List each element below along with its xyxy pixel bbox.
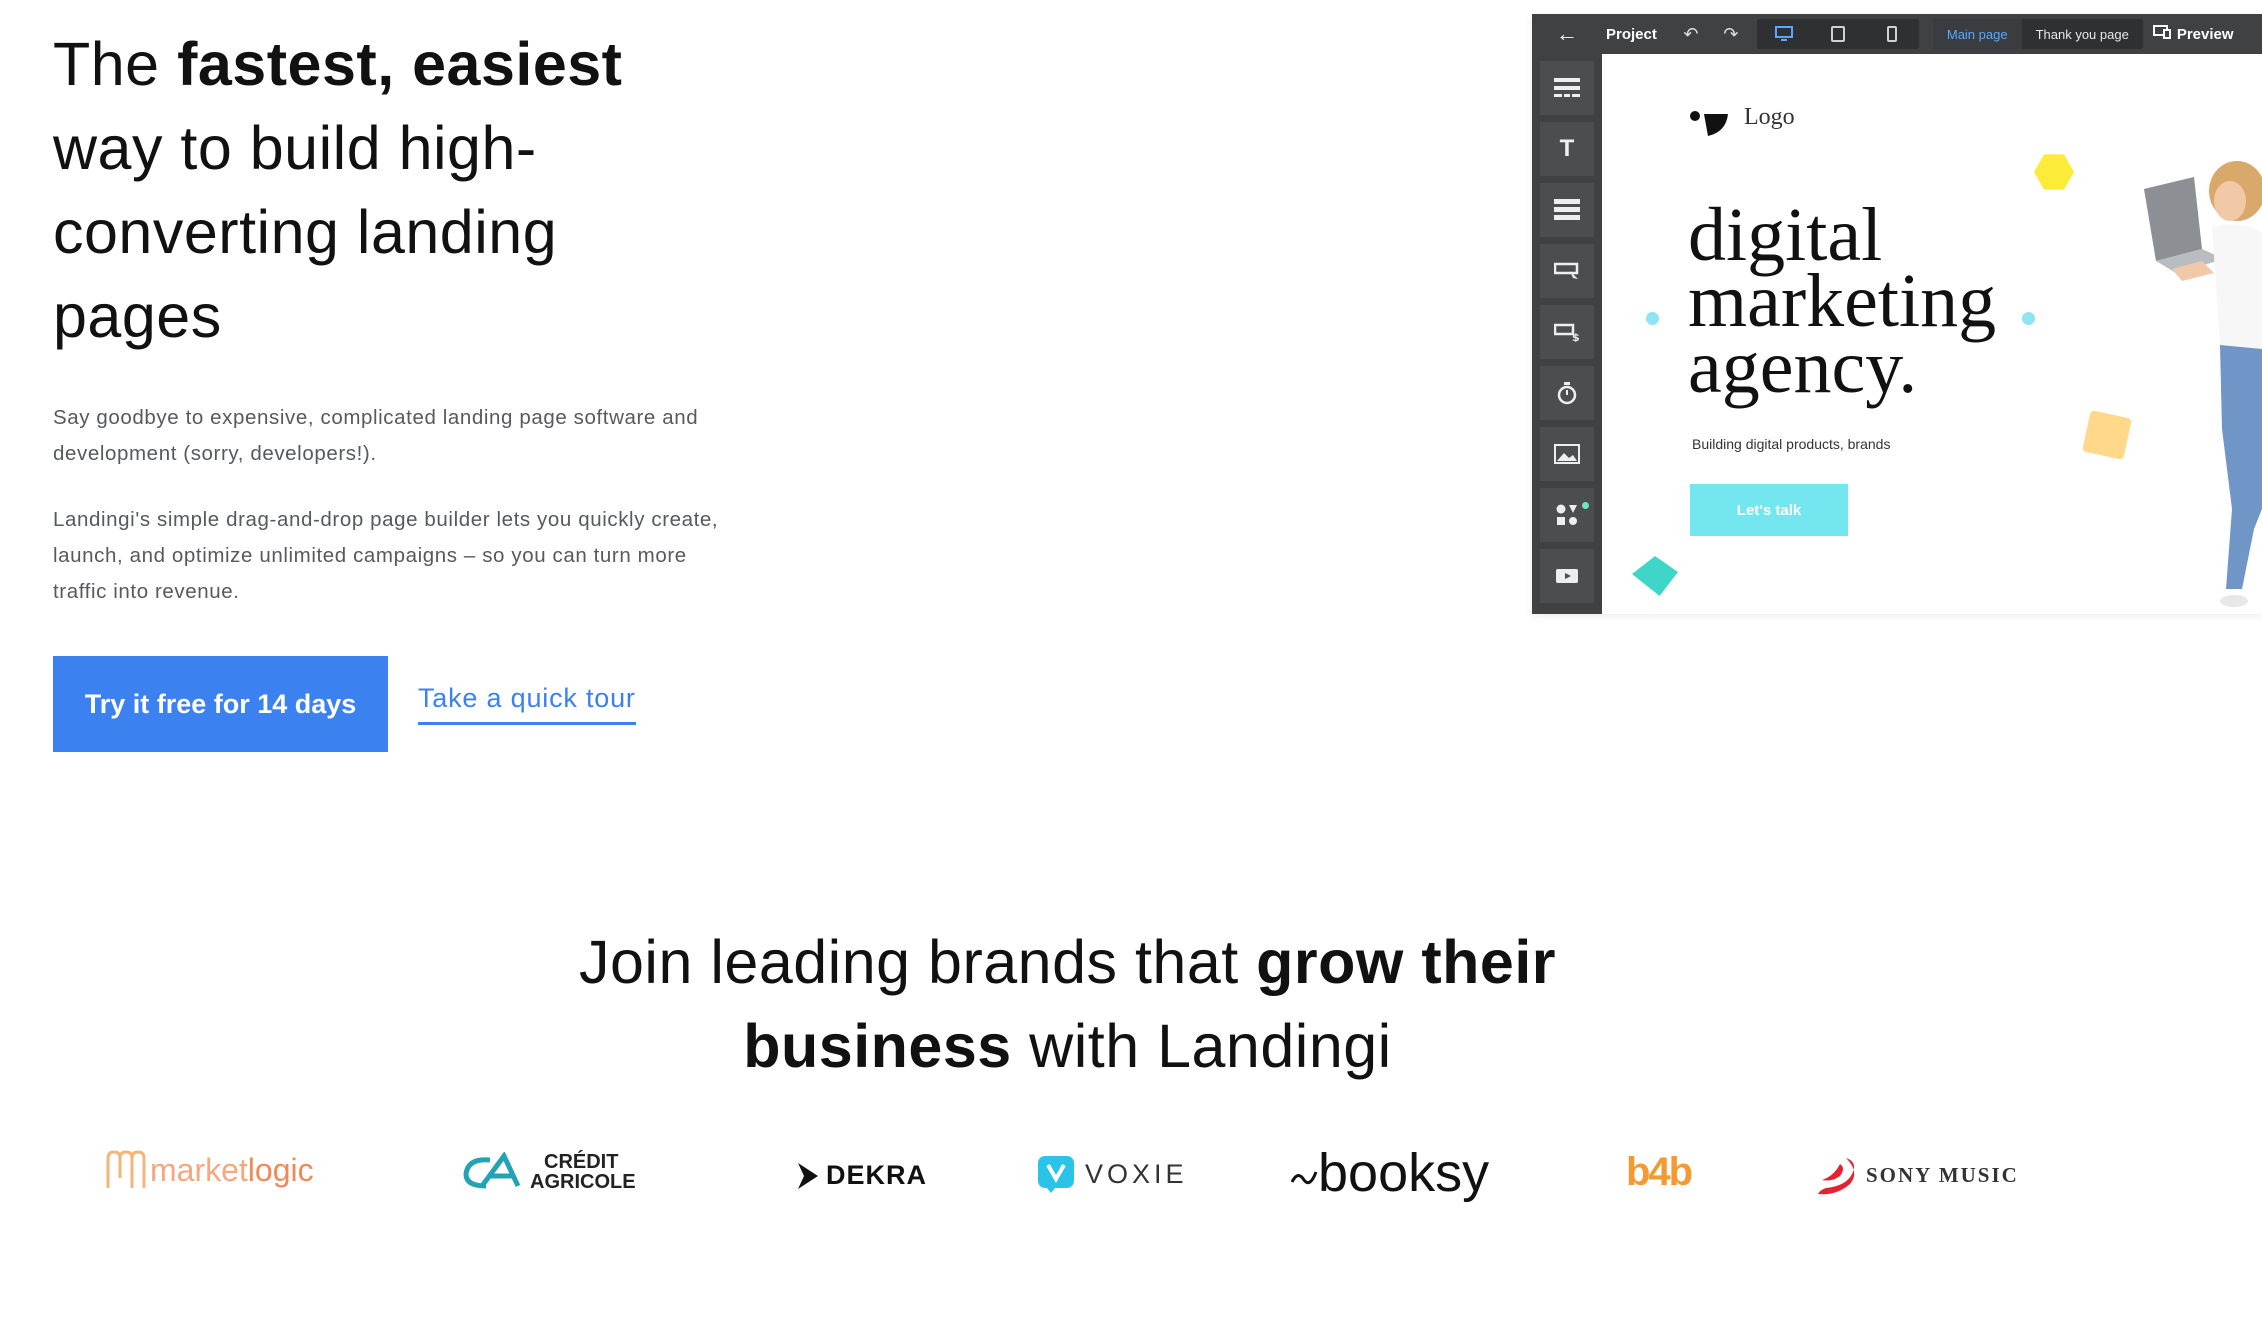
payment-button-tool-icon[interactable]: $ bbox=[1540, 305, 1594, 359]
preview-button[interactable]: Preview bbox=[2152, 25, 2234, 43]
timer-tool-icon[interactable] bbox=[1540, 366, 1594, 420]
preview-label: Preview bbox=[2176, 25, 2234, 43]
brand-logo-marketlogic: market logic bbox=[104, 1148, 314, 1192]
hero-title: The fastest, easiest way to build high-c… bbox=[53, 30, 623, 350]
hero-paragraph-1: Say goodbye to expensive, complicated la… bbox=[53, 406, 699, 465]
hexagon-shape bbox=[2034, 154, 2074, 190]
editor-sidebar: T $ bbox=[1532, 54, 1602, 614]
sony-music-icon bbox=[1818, 1158, 1855, 1195]
accent-dot-left bbox=[1646, 312, 1659, 325]
marketlogic-icon bbox=[106, 1150, 146, 1188]
credit-agricole-icon bbox=[463, 1152, 521, 1189]
arrow-left-icon[interactable]: ← bbox=[1532, 14, 1602, 54]
canvas-logo-text: Logo bbox=[1744, 104, 1795, 130]
new-indicator-dot bbox=[1582, 502, 1589, 509]
hero-title-bold: fastest, easiest bbox=[177, 30, 623, 98]
dekra-icon bbox=[798, 1162, 818, 1189]
tablet-icon[interactable] bbox=[1811, 19, 1865, 49]
undo-icon[interactable]: ↶ bbox=[1671, 14, 1711, 54]
brand-logo-booksy: booksy bbox=[1290, 1142, 1489, 1204]
editor-preview: ← Project ↶ ↷ Main page Thank you page P… bbox=[1532, 14, 2262, 614]
section-tool-icon[interactable] bbox=[1540, 61, 1594, 115]
booksy-swoosh-icon bbox=[1290, 1171, 1318, 1185]
try-free-button[interactable]: Try it free for 14 days bbox=[53, 656, 388, 752]
brand-logo-dekra: DEKRA bbox=[796, 1160, 927, 1191]
tab-thank-you-page[interactable]: Thank you page bbox=[2022, 19, 2143, 49]
quick-tour-link[interactable]: Take a quick tour bbox=[418, 683, 636, 725]
project-label[interactable]: Project bbox=[1606, 26, 1657, 43]
brand-logo-voxie: VOXIE bbox=[1037, 1155, 1188, 1193]
voxie-icon bbox=[1038, 1156, 1074, 1193]
svg-text:$: $ bbox=[1572, 331, 1580, 342]
brands-title: Join leading brands that grow their busi… bbox=[578, 928, 1557, 1080]
device-switcher bbox=[1756, 19, 1919, 49]
preview-icon bbox=[2152, 25, 2171, 43]
brand-logo-credit-agricole: CRÉDIT AGRICOLE bbox=[460, 1152, 636, 1192]
video-tool-icon[interactable] bbox=[1540, 549, 1594, 603]
canvas-heading: digital marketing agency. bbox=[1688, 193, 1997, 409]
hero-paragraph-2: Landingi's simple drag-and-drop page bui… bbox=[53, 508, 719, 603]
editor-topbar: ← Project ↶ ↷ Main page Thank you page P… bbox=[1532, 14, 2262, 54]
brand-logo-sony-music: SONY MUSIC bbox=[1816, 1154, 2019, 1196]
form-tool-icon[interactable] bbox=[1540, 183, 1594, 237]
button-tool-icon[interactable] bbox=[1540, 244, 1594, 298]
cube-shape bbox=[2082, 410, 2132, 460]
redo-icon[interactable]: ↷ bbox=[1711, 14, 1751, 54]
gem-shape bbox=[1632, 556, 1678, 596]
logo-icon bbox=[1690, 111, 1728, 136]
lets-talk-button[interactable]: Let's talk bbox=[1690, 484, 1848, 536]
text-tool-icon[interactable]: T bbox=[1540, 122, 1594, 176]
canvas-subheading: Building digital products, brands bbox=[1692, 436, 1891, 452]
tab-main-page[interactable]: Main page bbox=[1932, 19, 2022, 49]
brand-logo-b4b: b4b bbox=[1626, 1150, 1693, 1194]
editor-canvas: Logo digital marketing agency. Building … bbox=[1602, 54, 2262, 614]
mobile-icon[interactable] bbox=[1865, 19, 1919, 49]
icons-tool-icon[interactable] bbox=[1540, 488, 1594, 542]
desktop-icon[interactable] bbox=[1757, 19, 1811, 49]
woman-with-laptop-image bbox=[2144, 161, 2262, 607]
page-tabs: Main page Thank you page bbox=[1932, 19, 2143, 49]
image-tool-icon[interactable] bbox=[1540, 427, 1594, 481]
